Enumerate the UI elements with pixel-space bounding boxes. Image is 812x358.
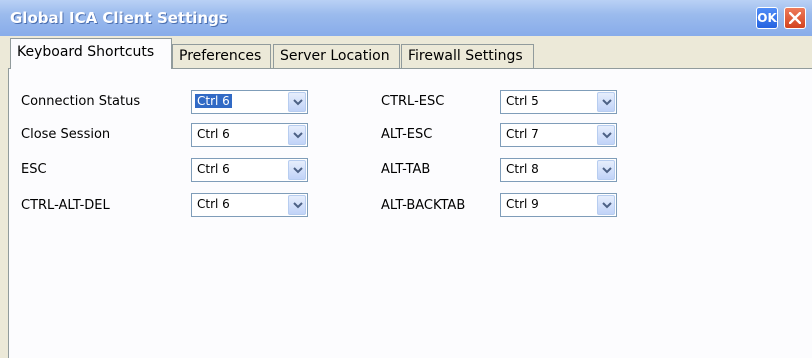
tab-preferences[interactable]: Preferences [172,44,271,68]
ctrl-alt-del-value: Ctrl 6 [197,197,230,211]
chevron-down-icon [293,202,303,209]
alt-esc-label: ALT-ESC [381,127,433,142]
ctrl-esc-label: CTRL-ESC [381,94,445,109]
dropdown-arrow-button[interactable] [288,92,306,112]
connection-status-label: Connection Status [21,94,141,109]
close-button[interactable] [784,7,806,29]
close-icon [789,12,801,24]
dropdown-arrow-button[interactable] [597,160,615,180]
alt-backtab-label: ALT-BACKTAB [381,198,466,213]
chevron-down-icon [293,99,303,106]
alt-tab-value: Ctrl 8 [506,162,539,176]
window-title: Global ICA Client Settings [10,9,228,27]
alt-esc-select[interactable]: Ctrl 7 [500,123,617,147]
connection-status-value: Ctrl 6 [195,94,232,108]
keyboard-shortcuts-panel: Connection Status Ctrl 6 Close Session C… [8,68,812,358]
alt-esc-value: Ctrl 7 [506,127,539,141]
alt-backtab-select[interactable]: Ctrl 9 [500,193,617,217]
close-session-select[interactable]: Ctrl 6 [191,123,308,147]
esc-label: ESC [21,162,47,177]
tab-server-location[interactable]: Server Location [273,44,400,68]
alt-tab-label: ALT-TAB [381,162,431,177]
chevron-down-icon [602,167,612,174]
ctrl-esc-select[interactable]: Ctrl 5 [500,90,617,114]
dropdown-arrow-button[interactable] [597,195,615,215]
chevron-down-icon [602,99,612,106]
alt-backtab-value: Ctrl 9 [506,197,539,211]
chevron-down-icon [293,132,303,139]
ok-button[interactable]: OK [756,7,778,29]
dropdown-arrow-button[interactable] [597,125,615,145]
settings-window: Global ICA Client Settings OK Keyboard S… [0,0,812,358]
tab-keyboard-shortcuts[interactable]: Keyboard Shortcuts [10,38,172,69]
ctrl-alt-del-label: CTRL-ALT-DEL [21,198,110,213]
chevron-down-icon [602,202,612,209]
dropdown-arrow-button[interactable] [288,195,306,215]
dropdown-arrow-button[interactable] [288,160,306,180]
close-session-label: Close Session [21,127,111,142]
dropdown-arrow-button[interactable] [597,92,615,112]
chevron-down-icon [602,132,612,139]
ctrl-esc-value: Ctrl 5 [506,94,539,108]
close-session-value: Ctrl 6 [197,127,230,141]
dropdown-arrow-button[interactable] [288,125,306,145]
tab-bar: Keyboard Shortcuts Preferences Server Lo… [0,36,812,69]
chevron-down-icon [293,167,303,174]
alt-tab-select[interactable]: Ctrl 8 [500,158,617,182]
esc-select[interactable]: Ctrl 6 [191,158,308,182]
esc-value: Ctrl 6 [197,162,230,176]
ctrl-alt-del-select[interactable]: Ctrl 6 [191,193,308,217]
tab-firewall-settings[interactable]: Firewall Settings [401,44,534,68]
connection-status-select[interactable]: Ctrl 6 [191,90,308,114]
title-bar: Global ICA Client Settings OK [0,0,812,36]
